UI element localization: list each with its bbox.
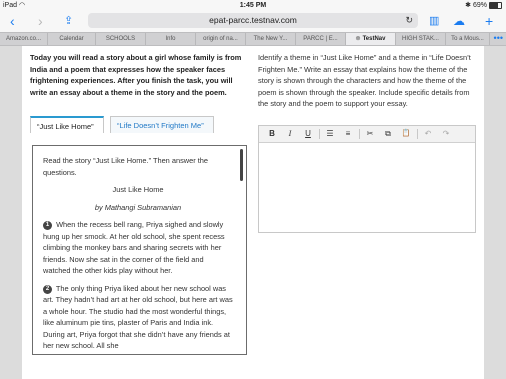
bulleted-list-icon[interactable]: ☰	[323, 126, 337, 142]
back-arrow-icon[interactable]: ‹	[10, 11, 15, 32]
tab-label: Info	[165, 36, 176, 42]
passage-paragraph: 1 When the recess bell rang, Priya sighe…	[43, 219, 233, 277]
tab-label: TestNav	[362, 36, 386, 42]
undo-icon[interactable]: ↶	[421, 126, 435, 142]
tab-label: The New Y...	[253, 36, 288, 42]
toolbar-divider	[359, 129, 360, 139]
bold-button[interactable]: B	[265, 126, 279, 142]
tab-label: PARCC | E...	[303, 36, 338, 42]
tab-life-doesnt-frighten-me[interactable]: “Life Doesn’t Frighten Me”	[110, 116, 214, 133]
browser-tab[interactable]: To a Mous...	[446, 33, 490, 45]
more-tabs-icon[interactable]: •••	[494, 33, 503, 45]
italic-button[interactable]: I	[283, 126, 297, 142]
paragraph-text: The only thing Priya liked about her new…	[43, 283, 233, 351]
paste-icon[interactable]: 📋	[399, 126, 413, 142]
browser-tab[interactable]: HIGH STAK...	[396, 33, 446, 45]
paragraph-number: 2	[43, 284, 52, 294]
toolbar-divider	[417, 129, 418, 139]
browser-tab[interactable]: SCHOOLS	[96, 33, 146, 45]
passage-title: Just Like Home	[112, 185, 164, 194]
task-instructions: Today you will read a story about a girl…	[30, 53, 242, 97]
toolbar-divider	[319, 129, 320, 139]
paragraph-text: When the recess bell rang, Priya sighed …	[43, 220, 225, 275]
editor-toolbar: B I U ☰ ≡ ✂ ⧉ 📋 ↶ ↷	[259, 126, 475, 143]
share-icon[interactable]: ⇪	[64, 11, 73, 32]
test-page: Today you will read a story about a girl…	[22, 46, 484, 379]
tab-label: To a Mous...	[451, 36, 484, 42]
numbered-list-icon[interactable]: ≡	[341, 126, 355, 142]
tab-label: “Life Doesn’t Frighten Me”	[117, 121, 204, 130]
browser-toolbar: ‹ › ⇪ epat-parcc.testnav.com ↻ ▥ ☁ +	[0, 11, 506, 32]
browser-tab[interactable]: origin of na...	[196, 33, 246, 45]
redo-icon[interactable]: ↷	[439, 126, 453, 142]
browser-tab[interactable]: The New Y...	[246, 33, 296, 45]
tab-just-like-home[interactable]: “Just Like Home”	[30, 116, 104, 133]
essay-prompt: Identify a theme in “Just Like Home” and…	[258, 53, 471, 108]
status-bar: iPad ◠ 1:45 PM ✱ 69%	[0, 0, 506, 11]
reload-icon[interactable]: ↻	[405, 13, 413, 28]
forward-arrow-icon[interactable]: ›	[38, 11, 43, 32]
browser-tab[interactable]: PARCC | E...	[296, 33, 346, 45]
tab-label: origin of na...	[203, 36, 238, 42]
cut-icon[interactable]: ✂	[363, 126, 377, 142]
browser-tab[interactable]: Calendar	[48, 33, 96, 45]
tab-label: “Just Like Home”	[37, 122, 94, 131]
browser-tab-active[interactable]: ⊗ TestNav	[346, 33, 396, 45]
tab-label: Amazon.co...	[5, 36, 41, 42]
scrollbar[interactable]	[240, 149, 243, 181]
browser-tab-bar: Amazon.co... Calendar SCHOOLS Info origi…	[0, 32, 506, 46]
clock: 1:45 PM	[239, 2, 267, 9]
address-bar[interactable]: epat-parcc.testnav.com ↻	[88, 13, 418, 28]
copy-icon[interactable]: ⧉	[381, 126, 395, 142]
browser-tab[interactable]: Amazon.co...	[0, 33, 48, 45]
underline-button[interactable]: U	[301, 126, 315, 142]
bluetooth-icon: ✱	[465, 2, 472, 9]
tab-label: SCHOOLS	[105, 36, 136, 42]
icloud-tabs-icon[interactable]: ☁	[453, 11, 465, 32]
url-text: epat-parcc.testnav.com	[209, 15, 297, 25]
passage-paragraph: 2 The only thing Priya liked about her n…	[43, 283, 233, 352]
passage-byline: by Mathangi Subramanian	[94, 202, 182, 212]
battery-icon	[489, 1, 502, 9]
paragraph-number: 1	[43, 221, 52, 230]
browser-tab[interactable]: Info	[146, 33, 196, 45]
battery-indicator: ✱ 69%	[465, 0, 502, 11]
essay-editor: B I U ☰ ≡ ✂ ⧉ 📋 ↶ ↷	[258, 125, 476, 233]
passage-intro: Read the story “Just Like Home.” Then an…	[43, 156, 208, 177]
essay-text-area[interactable]	[259, 142, 475, 232]
close-tab-icon[interactable]: ⊗	[356, 36, 361, 42]
tab-label: Calendar	[59, 36, 84, 42]
bookmarks-icon[interactable]: ▥	[429, 11, 439, 32]
tab-label: HIGH STAK...	[402, 36, 439, 42]
new-tab-icon[interactable]: +	[485, 11, 493, 32]
passage-panel[interactable]: Read the story “Just Like Home.” Then an…	[32, 145, 247, 355]
